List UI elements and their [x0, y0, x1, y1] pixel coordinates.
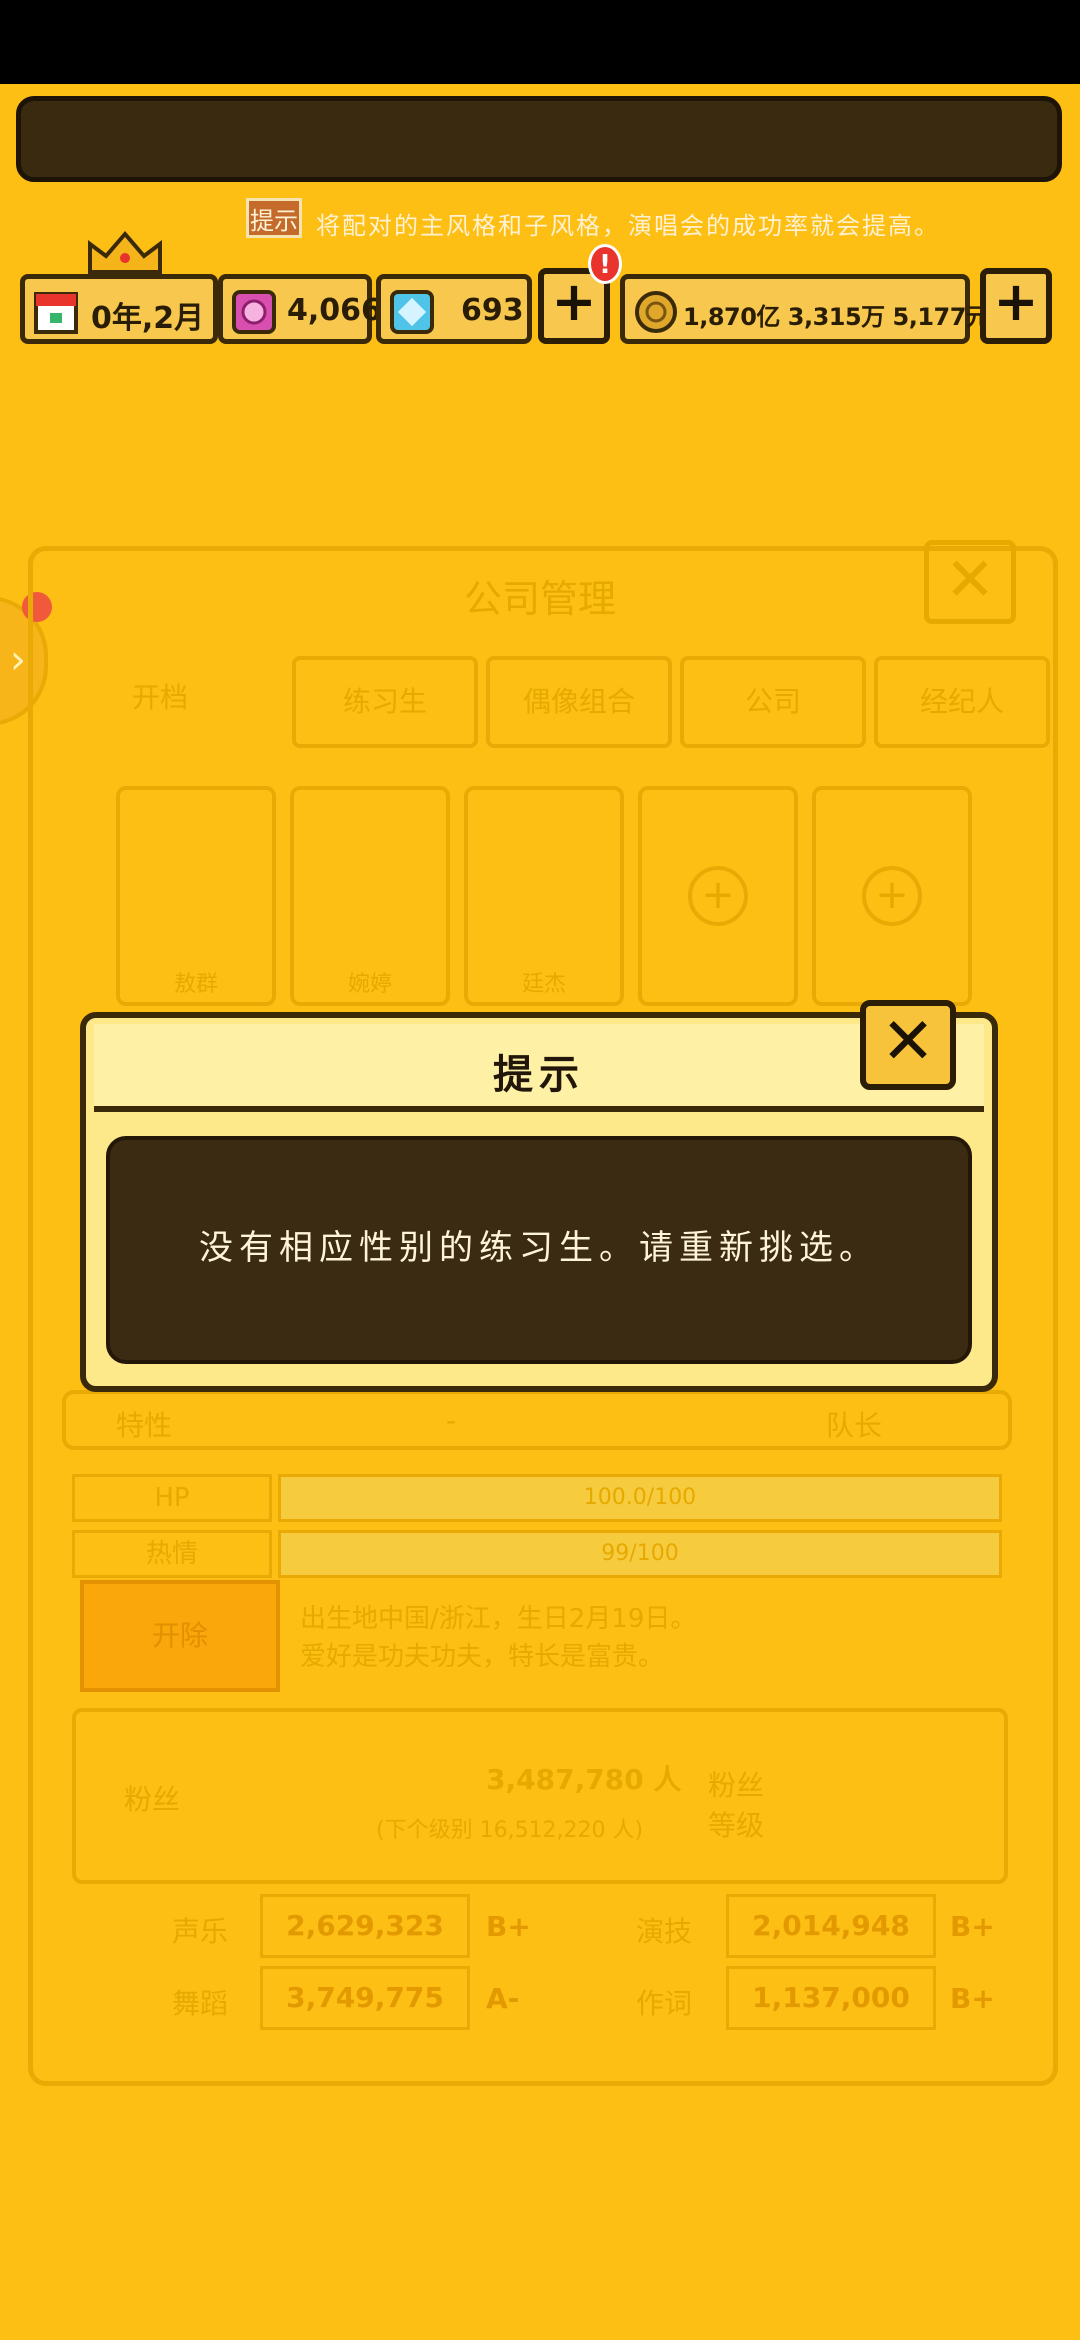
- bio-line-2: 爱好是功夫功夫，特长是富贵。: [300, 1642, 665, 1672]
- passion-value: 99/100: [601, 1541, 679, 1566]
- trait-value: -: [446, 1404, 457, 1437]
- stat-acting-label: 演技: [636, 1915, 693, 1948]
- tip-badge: 提示: [246, 198, 302, 238]
- hp-bar: 100.0/100: [278, 1474, 1002, 1522]
- passion-bar: 99/100: [278, 1530, 1002, 1578]
- tab-debut[interactable]: 开档: [40, 656, 280, 748]
- pink-gem-box: 4,066: [218, 274, 382, 344]
- date-box: 0年,2月: [20, 274, 218, 344]
- company-panel-title: 公司管理: [463, 577, 616, 621]
- add-member-icon: +: [862, 866, 922, 926]
- date-value: 0年,2月: [91, 301, 205, 336]
- blue-gem-box: 693: [376, 274, 532, 344]
- fans-next-level: (下个级别 16,512,220 人): [376, 1818, 644, 1843]
- member-slots: 敖群 婉婷 廷杰 + +: [44, 786, 1044, 1006]
- tab-trainees[interactable]: 练习生: [292, 656, 478, 748]
- member-slot-2[interactable]: 婉婷: [290, 786, 450, 1006]
- fans-panel: 粉丝 3,487,780 人 (下个级别 16,512,220 人) 粉丝等级: [72, 1708, 1008, 1884]
- stat-acting-value: 2,014,948: [752, 1909, 910, 1942]
- dialog-title: 提示: [493, 1052, 585, 1098]
- dialog-close-button[interactable]: ✕: [860, 1000, 956, 1090]
- trait-row: 特性 - 队长: [62, 1390, 1012, 1450]
- stat-lyrics-grade: B+: [950, 1982, 995, 2015]
- stat-dance-label: 舞蹈: [172, 1987, 229, 2020]
- bio-line-1: 出生地中国/浙江，生日2月19日。: [300, 1604, 697, 1634]
- company-panel-close-button[interactable]: ✕: [924, 540, 1016, 624]
- stat-vocal-grade: B+: [486, 1910, 531, 1943]
- stat-dance-value: 3,749,775: [286, 1981, 444, 2014]
- fans-value: 3,487,780 人: [486, 1763, 682, 1796]
- dialog-body: 没有相应性别的练习生。请重新挑选。: [106, 1136, 972, 1364]
- member-slot-3[interactable]: 廷杰: [464, 786, 624, 1006]
- member-name: 敖群: [173, 972, 218, 997]
- blue-gem-value: 693: [461, 293, 524, 328]
- member-name: 婉婷: [347, 972, 392, 997]
- hp-label: HP: [72, 1474, 272, 1522]
- empty-slot-1[interactable]: +: [638, 786, 798, 1006]
- passion-label: 热情: [72, 1530, 272, 1578]
- buy-money-button[interactable]: +: [980, 268, 1052, 344]
- stat-acting-grade: B+: [950, 1910, 995, 1943]
- leader-label: 队长: [826, 1409, 883, 1442]
- tip-bar: [16, 96, 1062, 182]
- stat-lyrics: 1,137,000: [726, 1966, 936, 2030]
- status-bar: [0, 0, 1080, 84]
- stat-vocal: 2,629,323: [260, 1894, 470, 1958]
- stat-lyrics-label: 作词: [636, 1987, 693, 2020]
- calendar-icon: [34, 292, 78, 334]
- money-box: 1,870亿 3,315万 5,177元: [620, 274, 990, 344]
- money-value: 1,870亿 3,315万 5,177元: [683, 303, 990, 331]
- stat-lyrics-value: 1,137,000: [752, 1981, 910, 2014]
- tab-idol-groups[interactable]: 偶像组合: [486, 656, 672, 748]
- tab-managers[interactable]: 经纪人: [874, 656, 1050, 748]
- member-name: 廷杰: [521, 972, 566, 997]
- coin-icon: [635, 291, 677, 333]
- trait-label: 特性: [116, 1409, 173, 1442]
- trainee-bio: 出生地中国/浙江，生日2月19日。 爱好是功夫功夫，特长是富贵。: [300, 1600, 1000, 1676]
- stat-acting: 2,014,948: [726, 1894, 936, 1958]
- fans-level-label: 粉丝等级: [707, 1769, 764, 1842]
- pink-gem-icon: [232, 290, 276, 334]
- stat-dance-grade: A-: [486, 1982, 520, 2015]
- member-slot-1[interactable]: 敖群: [116, 786, 276, 1006]
- dialog-header: 提示: [94, 1024, 984, 1112]
- company-tabs: 开档 练习生 偶像组合 公司 经纪人: [40, 656, 1050, 752]
- alert-badge: !: [588, 244, 622, 284]
- stat-vocal-value: 2,629,323: [286, 1909, 444, 1942]
- add-member-icon: +: [688, 866, 748, 926]
- blue-gem-icon: [390, 290, 434, 334]
- crown-icon: [88, 230, 162, 274]
- tip-text: 将配对的主风格和子风格，演唱会的成功率就会提高。: [316, 212, 940, 240]
- hp-value: 100.0/100: [583, 1485, 697, 1510]
- dialog-message: 没有相应性别的练习生。请重新挑选。: [199, 1228, 879, 1268]
- stat-dance: 3,749,775: [260, 1966, 470, 2030]
- fans-label: 粉丝: [124, 1783, 181, 1816]
- empty-slot-2[interactable]: +: [812, 786, 972, 1006]
- stat-vocal-label: 声乐: [172, 1915, 229, 1948]
- pink-gem-value: 4,066: [287, 293, 382, 328]
- tab-company[interactable]: 公司: [680, 656, 866, 748]
- expel-button[interactable]: 开除: [80, 1580, 280, 1692]
